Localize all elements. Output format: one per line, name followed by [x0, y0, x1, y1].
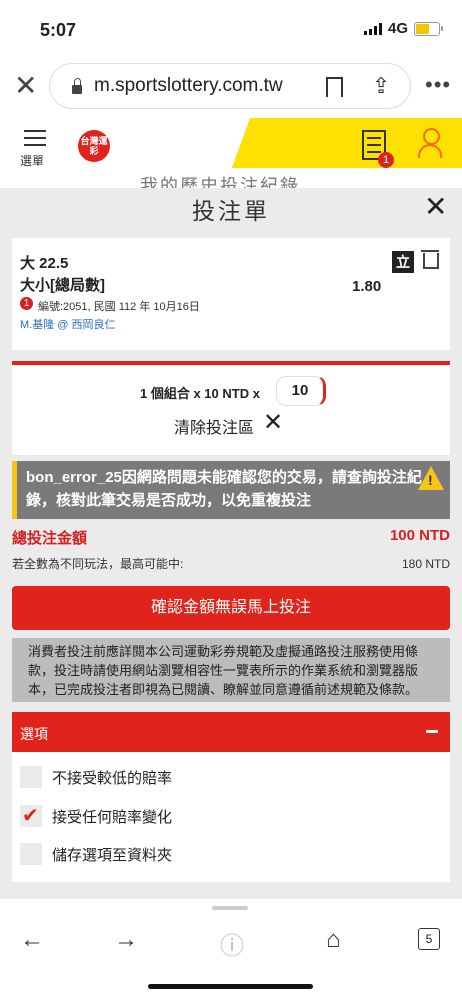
close-icon[interactable]: ✕	[424, 190, 447, 223]
network-label: 4G	[387, 20, 408, 37]
option-accept-any-odds[interactable]: 接受任何賠率變化	[20, 803, 173, 828]
live-badge: 立	[392, 251, 414, 273]
menu-icon[interactable]	[24, 130, 46, 151]
option-label: 儲存選項至資料夾	[52, 846, 173, 864]
close-tab-icon[interactable]: ✕	[14, 72, 37, 100]
option-label: 不接受較低的賠率	[52, 769, 173, 787]
options-label: 選項	[20, 726, 48, 742]
option-label: 接受任何賠率變化	[52, 808, 173, 826]
terms-text: 消費者投注前應詳閱本公司運動彩券規範及虛擬通路投注服務使用條款，投注時請使用網站…	[28, 644, 419, 697]
betslip-title: 投注單	[192, 198, 270, 224]
warning-mark: !	[428, 472, 433, 488]
info-badge: 1	[20, 297, 33, 310]
clear-icon[interactable]: ✕	[263, 408, 283, 437]
tabs-icon[interactable]: 5	[418, 928, 440, 950]
combo-text: 1 個組合 x 10 NTD x	[140, 386, 260, 401]
bet-teams[interactable]: M.基隆 @ 西岡良仁	[20, 316, 116, 332]
battery-icon	[414, 21, 443, 36]
status-time: 5:07	[40, 20, 77, 40]
error-message: bon_error_25因網路問題未能確認您的交易，請查詢投注紀錄，核對此筆交易…	[26, 469, 422, 509]
stake-input[interactable]: 10	[276, 376, 326, 406]
checkbox[interactable]	[20, 843, 42, 865]
signal-icon	[363, 22, 382, 35]
checkbox-checked[interactable]	[20, 803, 42, 828]
site-logo[interactable]: 台灣運彩	[78, 130, 110, 162]
home-indicator	[148, 984, 313, 989]
option-reject-lower-odds[interactable]: 不接受較低的賠率	[20, 766, 172, 788]
share-icon[interactable]: ⇪	[372, 73, 390, 99]
max-win-value: 180 NTD	[401, 557, 450, 571]
combo-card	[12, 365, 450, 455]
collapse-icon[interactable]	[426, 730, 438, 733]
bet-selection: 大 22.5	[20, 255, 69, 272]
home-icon[interactable]: ⌂	[326, 926, 341, 954]
status-indicators: 4G	[363, 20, 443, 37]
address-bar[interactable]: m.sportslottery.com.tw	[50, 64, 410, 108]
toolbar-grabber[interactable]	[212, 906, 248, 910]
bookmark-icon[interactable]	[326, 77, 343, 97]
user-icon[interactable]	[418, 128, 442, 158]
lock-icon	[72, 77, 82, 94]
total-label: 總投注金額	[12, 530, 88, 547]
betslip-count-badge: 1	[378, 152, 394, 168]
trash-icon[interactable]	[421, 250, 439, 269]
bet-market: 大小[總局數]	[20, 277, 105, 294]
bet-odds: 1.80	[352, 278, 382, 295]
checkbox[interactable]	[20, 766, 42, 788]
underlying-page-title: 我的歷史投注紀錄	[0, 176, 462, 188]
forward-icon[interactable]: →	[114, 926, 138, 954]
url-text: m.sportslottery.com.tw	[94, 75, 283, 96]
bet-meta: 編號:2051, 民國 112 年 10月16日	[38, 301, 200, 313]
page-info-icon[interactable]: ⓘ	[220, 926, 244, 961]
options-header[interactable]	[12, 712, 450, 752]
total-value: 100 NTD	[389, 527, 450, 544]
back-icon[interactable]: ←	[20, 926, 44, 954]
error-accent	[12, 461, 17, 519]
option-save-to-folder[interactable]: 儲存選項至資料夾	[20, 843, 172, 865]
clear-betslip-button[interactable]: 清除投注區	[174, 414, 254, 438]
max-win-label: 若全數為不同玩法，最高可能中:	[12, 557, 184, 571]
more-icon[interactable]: •••	[425, 72, 451, 98]
confirm-bet-button[interactable]: 確認金額無誤馬上投注	[12, 586, 450, 630]
menu-label[interactable]: 選單	[20, 152, 44, 169]
